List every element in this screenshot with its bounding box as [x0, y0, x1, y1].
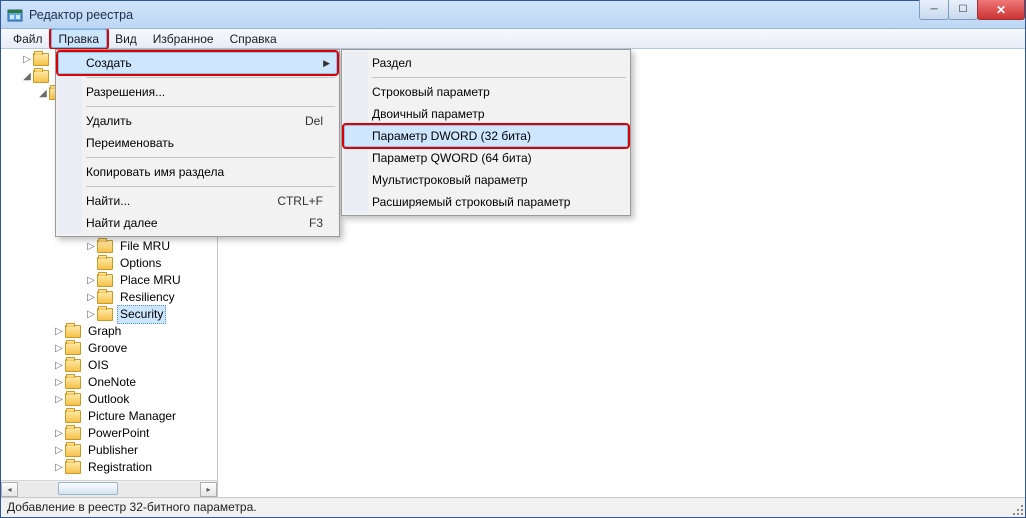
folder-icon: [65, 410, 81, 423]
submenu-item-qword[interactable]: Параметр QWORD (64 бита): [344, 147, 628, 169]
menu-item-label: Копировать имя раздела: [86, 165, 224, 179]
menu-separator: [86, 106, 335, 107]
window-buttons: ─ ☐ ✕: [920, 0, 1025, 20]
folder-icon: [97, 240, 113, 253]
menu-separator: [372, 77, 626, 78]
menu-separator: [86, 157, 335, 158]
tree-node[interactable]: ▷OIS: [53, 357, 217, 374]
menu-item-label: Найти далее: [86, 216, 158, 230]
menu-separator: [86, 186, 335, 187]
menu-item-label: Параметр QWORD (64 бита): [372, 151, 532, 165]
tree-node[interactable]: Picture Manager: [53, 408, 217, 425]
resize-grip[interactable]: [1009, 501, 1023, 515]
tree-node[interactable]: ▷Place MRU: [85, 272, 217, 289]
submenu-item-expandstring[interactable]: Расширяемый строковый параметр: [344, 191, 628, 213]
folder-icon: [97, 274, 113, 287]
menu-item-find[interactable]: Найти... CTRL+F: [58, 190, 337, 212]
menu-favorites[interactable]: Избранное: [145, 29, 222, 48]
create-submenu: Раздел Строковый параметр Двоичный парам…: [341, 49, 631, 216]
folder-icon: [65, 359, 81, 372]
menu-item-accelerator: F3: [309, 216, 323, 230]
menu-item-label: Создать: [86, 56, 132, 70]
folder-icon: [65, 376, 81, 389]
submenu-arrow-icon: ▶: [323, 58, 330, 69]
menu-item-label: Найти...: [86, 194, 130, 208]
menu-item-copy-key-name[interactable]: Копировать имя раздела: [58, 161, 337, 183]
menu-separator: [86, 77, 335, 78]
scroll-track[interactable]: [18, 482, 200, 497]
tree-node[interactable]: ▷Registration: [53, 459, 217, 476]
regedit-icon: [7, 7, 23, 23]
menu-item-label: Раздел: [372, 56, 412, 70]
horizontal-scrollbar[interactable]: ◂ ▸: [1, 480, 217, 497]
menu-item-label: Расширяемый строковый параметр: [372, 195, 570, 209]
tree-node[interactable]: ▷Graph: [53, 323, 217, 340]
folder-icon: [97, 257, 113, 270]
folder-icon: [65, 342, 81, 355]
edit-menu-dropdown: Создать ▶ Разрешения... Удалить Del Переи…: [55, 49, 340, 237]
menu-item-find-next[interactable]: Найти далее F3: [58, 212, 337, 234]
menu-item-rename[interactable]: Переименовать: [58, 132, 337, 154]
menu-bar: Файл Правка Вид Избранное Справка: [1, 29, 1025, 49]
tree-node[interactable]: ▷Groove: [53, 340, 217, 357]
tree-node[interactable]: ▷Publisher: [53, 442, 217, 459]
status-bar: Добавление в реестр 32-битного параметра…: [1, 497, 1025, 517]
menu-item-label: Разрешения...: [86, 85, 165, 99]
menu-item-label: Удалить: [86, 114, 132, 128]
scroll-right-button[interactable]: ▸: [200, 482, 217, 497]
tree-node[interactable]: ▷Security: [85, 306, 217, 323]
tree-node[interactable]: ▷OneNote: [53, 374, 217, 391]
close-button[interactable]: ✕: [977, 0, 1025, 20]
scroll-left-button[interactable]: ◂: [1, 482, 18, 497]
menu-item-accelerator: CTRL+F: [277, 194, 323, 208]
menu-item-accelerator: Del: [305, 114, 323, 128]
folder-icon: [33, 70, 49, 83]
submenu-item-dword[interactable]: Параметр DWORD (32 бита): [344, 125, 628, 147]
minimize-button[interactable]: ─: [919, 0, 949, 20]
tree-node-selected: Security: [117, 305, 166, 324]
folder-icon: [65, 427, 81, 440]
submenu-item-string[interactable]: Строковый параметр: [344, 81, 628, 103]
menu-item-label: Мультистроковый параметр: [372, 173, 528, 187]
folder-icon: [65, 444, 81, 457]
menu-item-label: Параметр DWORD (32 бита): [372, 129, 531, 143]
tree-node[interactable]: ▷PowerPoint: [53, 425, 217, 442]
folder-icon: [65, 325, 81, 338]
menu-view[interactable]: Вид: [107, 29, 145, 48]
folder-icon: [65, 393, 81, 406]
menu-item-delete[interactable]: Удалить Del: [58, 110, 337, 132]
submenu-item-multistring[interactable]: Мультистроковый параметр: [344, 169, 628, 191]
menu-item-create[interactable]: Создать ▶: [58, 52, 337, 74]
folder-icon: [65, 461, 81, 474]
scroll-thumb[interactable]: [58, 482, 118, 495]
menu-item-label: Переименовать: [86, 136, 174, 150]
folder-icon: [33, 53, 49, 66]
menu-item-label: Строковый параметр: [372, 85, 490, 99]
folder-icon: [97, 308, 113, 321]
menu-file[interactable]: Файл: [5, 29, 51, 48]
tree-node[interactable]: ▷Outlook: [53, 391, 217, 408]
menu-help[interactable]: Справка: [222, 29, 285, 48]
tree-node[interactable]: ▷File MRU: [85, 238, 217, 255]
menu-item-label: Двоичный параметр: [372, 107, 485, 121]
submenu-item-binary[interactable]: Двоичный параметр: [344, 103, 628, 125]
title-bar: Редактор реестра ─ ☐ ✕: [1, 1, 1025, 29]
menu-item-permissions[interactable]: Разрешения...: [58, 81, 337, 103]
tree-node[interactable]: Options: [85, 255, 217, 272]
maximize-button[interactable]: ☐: [948, 0, 978, 20]
window-title: Редактор реестра: [29, 8, 133, 22]
submenu-item-key[interactable]: Раздел: [344, 52, 628, 74]
menu-edit[interactable]: Правка: [51, 29, 108, 48]
status-text: Добавление в реестр 32-битного параметра…: [7, 500, 257, 514]
tree-node[interactable]: ▷Resiliency: [85, 289, 217, 306]
folder-icon: [97, 291, 113, 304]
